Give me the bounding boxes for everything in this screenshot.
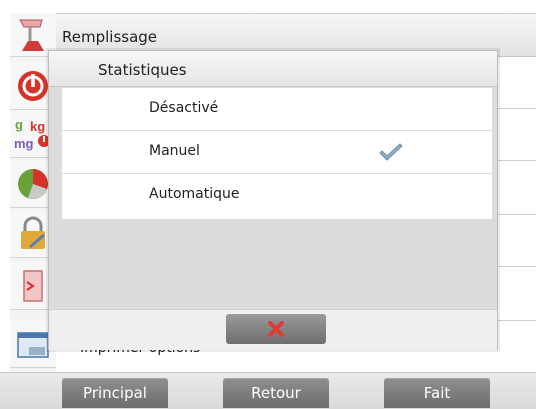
principal-button[interactable]: Principal — [62, 378, 168, 408]
dialog-title: Statistiques — [98, 61, 187, 79]
units-kg: kg — [30, 119, 45, 134]
checkmark-icon — [379, 143, 403, 161]
dialog-title-bar: Statistiques — [49, 51, 497, 87]
option-label: Manuel — [149, 143, 200, 159]
option-automatique[interactable]: Automatique — [62, 174, 492, 217]
retour-button[interactable]: Retour — [223, 378, 329, 408]
option-desactive[interactable]: Désactivé — [62, 88, 492, 131]
option-label: Automatique — [149, 186, 240, 202]
header-title: Remplissage — [62, 28, 158, 46]
close-x-icon — [268, 321, 284, 337]
fait-button[interactable]: Fait — [384, 378, 490, 408]
options-list: Désactivé Manuel Automatique — [62, 88, 492, 219]
option-manuel[interactable]: Manuel — [62, 131, 492, 174]
units-g: g — [15, 117, 23, 132]
option-label: Désactivé — [149, 100, 219, 116]
dialog-footer — [49, 309, 497, 350]
units-mg: mg — [14, 136, 34, 151]
statistics-dialog: Statistiques Désactivé Manuel Automatiqu… — [48, 50, 498, 350]
cancel-button[interactable] — [226, 314, 326, 344]
